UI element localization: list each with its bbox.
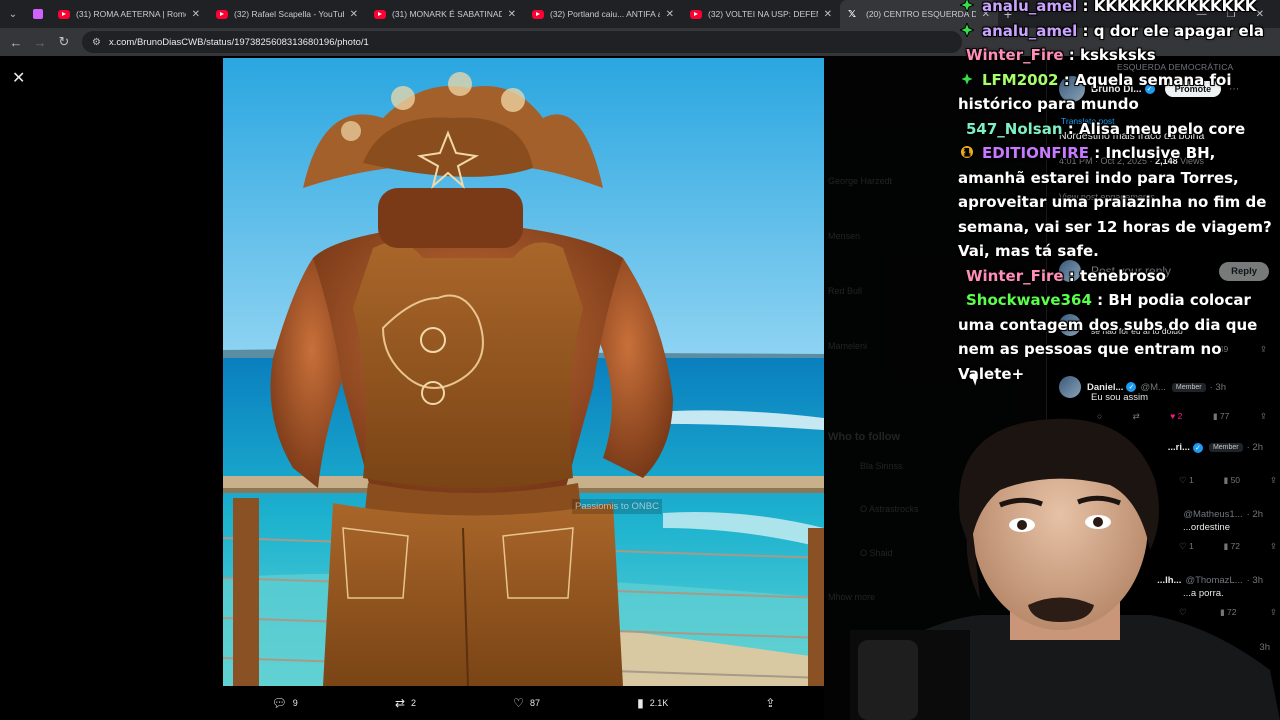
views-action[interactable]: ▮ 2.1K — [637, 696, 668, 710]
site-info-icon[interactable]: ⚙ — [92, 37, 101, 48]
blurred-item: Red Bull — [828, 286, 863, 296]
chat-message: Winter_Fire : ksksksks — [966, 46, 1156, 64]
chat-text: Alisa meu pelo core — [1079, 119, 1246, 138]
chat-text: q dor ele apagar ela — [1093, 21, 1264, 40]
chat-message: 1 EDITIONFIRE : Inclusive BH, amanhã esta… — [958, 144, 1272, 260]
chat-text: tenebroso — [1080, 266, 1166, 285]
forward-arrow-icon[interactable]: → — [28, 35, 52, 50]
tab-title: (31) MONARK É SABATINADO — [392, 9, 502, 19]
close-tab-icon[interactable]: ✕ — [666, 9, 674, 20]
tab-search-chevron-icon[interactable]: ⌄ — [0, 0, 26, 28]
chat-username: Shockwave364 — [966, 291, 1092, 309]
chat-message: analu_amel : q dor ele apagar ela — [958, 19, 1280, 44]
stream-chat-overlay: analu_amel : KKKKKKKKKKKKKK analu_amel :… — [958, 0, 1280, 386]
reload-icon[interactable]: ↻ — [52, 34, 76, 50]
chat-username: analu_amel — [982, 21, 1078, 40]
share-action[interactable]: ⇪ — [765, 696, 775, 710]
close-icon[interactable]: ✕ — [12, 68, 25, 88]
chat-message: analu_amel : KKKKKKKKKKKKKK — [958, 0, 1280, 19]
sparkle-badge-icon — [960, 71, 974, 86]
youtube-icon — [532, 9, 544, 19]
close-tab-icon[interactable]: ✕ — [824, 9, 832, 20]
youtube-icon — [58, 9, 70, 19]
chat-username: Winter_Fire — [966, 266, 1064, 285]
reply-icon: 💬︎ — [271, 696, 287, 710]
photo-illustration — [223, 58, 824, 686]
x-logo-icon: 𝕏 — [848, 8, 857, 20]
blurred-item: Mensen — [828, 231, 861, 241]
blurred-item: George Harzedt — [828, 176, 893, 186]
share-icon: ⇪ — [765, 696, 776, 710]
chat-message: 547_Nolsan : Alisa meu pelo core — [966, 119, 1246, 138]
repost-icon: ⇄ — [394, 696, 406, 710]
browser-tab[interactable]: (31) ROMA AETERNA | Rome ✕ — [50, 0, 208, 28]
browser-tab[interactable]: (32) Rafael Scapella - YouTube ✕ — [208, 0, 366, 28]
like-count: 87 — [529, 698, 540, 708]
browser-tab[interactable]: (32) Portland caiu... ANTIFA ass ✕ — [524, 0, 682, 28]
chat-username: EDITIONFIRE — [982, 144, 1090, 162]
view-count: 2.1K — [649, 698, 669, 708]
chat-username: 547_Nolsan — [966, 119, 1063, 138]
tab-title: (32) Portland caiu... ANTIFA ass — [550, 9, 660, 19]
streamer-webcam-image — [850, 418, 1280, 720]
chat-username: analu_amel — [982, 0, 1078, 15]
chat-username: LFM2002 — [982, 70, 1059, 89]
tab-title: (32) Rafael Scapella - YouTube — [234, 9, 344, 19]
webcam-overlay — [850, 400, 1280, 720]
youtube-icon — [690, 9, 702, 19]
views-chart-icon: ▮ — [637, 696, 644, 710]
gold-sub-badge-icon: 1 — [960, 145, 974, 159]
youtube-icon — [216, 9, 228, 19]
tab-group-icon[interactable] — [26, 4, 50, 24]
like-action[interactable]: ♡ 87 — [513, 696, 540, 710]
repost-count: 2 — [411, 698, 417, 708]
url-text: x.com/BrunoDiasCWB/status/19738256083136… — [108, 36, 369, 48]
photo-watermark: Passiomis to ONBC — [572, 499, 662, 514]
close-tab-icon[interactable]: ✕ — [350, 9, 358, 20]
close-tab-icon[interactable]: ✕ — [508, 9, 516, 20]
chat-username: Winter_Fire — [966, 46, 1064, 64]
heart-icon: ♡ — [513, 696, 524, 710]
post-photo[interactable]: Passiomis to ONBC — [223, 58, 824, 686]
tab-title: (31) ROMA AETERNA | Rome — [76, 9, 186, 19]
blurred-item: Mameleni — [828, 341, 868, 351]
chat-message: Shockwave364 : BH podia colocar uma cont… — [958, 291, 1258, 383]
svg-text:1: 1 — [964, 149, 970, 159]
chat-message: Winter_Fire : tenebroso — [966, 266, 1166, 285]
browser-tab[interactable]: (32) VOLTEI NA USP: DEFENDI ✕ — [682, 0, 840, 28]
back-arrow-icon[interactable]: ← — [4, 35, 28, 50]
url-field[interactable]: ⚙ x.com/BrunoDiasCWB/status/197382560831… — [82, 31, 962, 53]
reply-action[interactable]: 💬︎ 9 — [272, 696, 298, 710]
youtube-icon — [374, 9, 386, 19]
chat-message: LFM2002 : Aquela semana foi histórico pa… — [958, 70, 1232, 114]
chat-text: KKKKKKKKKKKKKK — [1093, 0, 1257, 15]
browser-tab[interactable]: (31) MONARK É SABATINADO ✕ — [366, 0, 524, 28]
tab-title: (32) VOLTEI NA USP: DEFENDI — [708, 9, 818, 19]
post-actions-bar: 💬︎ 9 ⇄ 2 ♡ 87 ▮ 2.1K ⇪ — [223, 692, 824, 714]
sparkle-badge-icon — [960, 0, 974, 12]
chat-text: ksksksks — [1080, 46, 1156, 64]
sparkle-badge-icon — [960, 22, 974, 37]
repost-action[interactable]: ⇄ 2 — [395, 696, 416, 710]
close-tab-icon[interactable]: ✕ — [192, 9, 200, 20]
reply-count: 9 — [292, 698, 298, 708]
